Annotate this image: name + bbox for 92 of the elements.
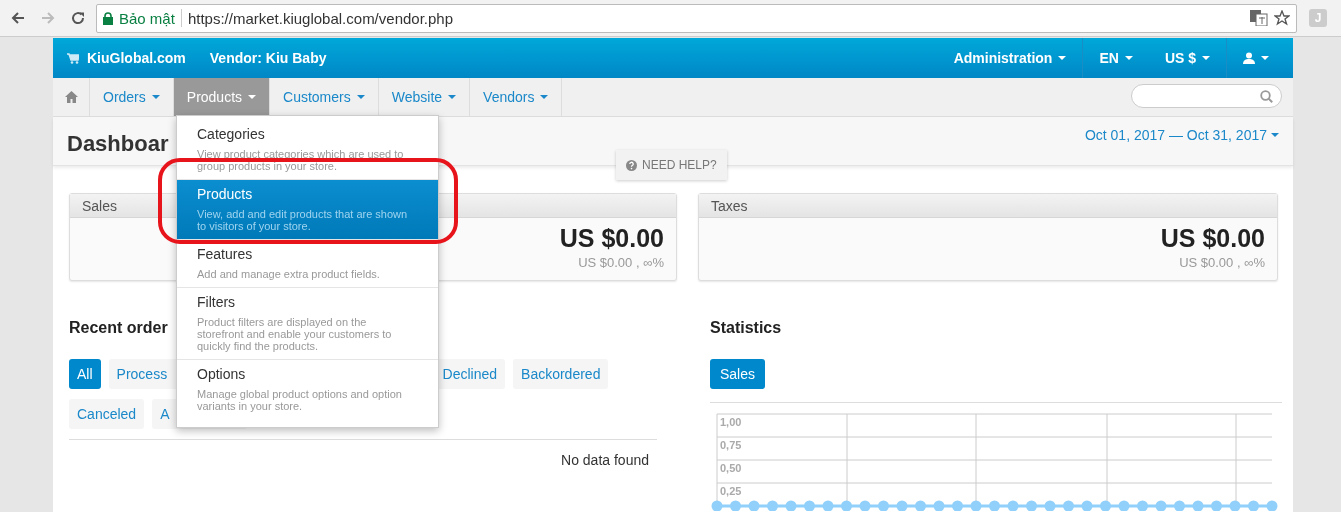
data-point xyxy=(841,500,852,511)
date-range-picker[interactable]: Oct 01, 2017 — Oct 31, 2017 xyxy=(1084,127,1279,143)
data-point xyxy=(804,500,815,511)
caret-icon xyxy=(1202,56,1210,60)
brand-link[interactable]: KiuGlobal.com xyxy=(87,50,186,66)
status-tab[interactable]: All xyxy=(69,359,101,389)
empty-message: No data found xyxy=(561,452,649,468)
data-point xyxy=(1229,500,1241,511)
vendor-label: Vendor: Kiu Baby xyxy=(209,50,327,66)
data-point xyxy=(1063,500,1074,511)
status-tab[interactable]: Backordered xyxy=(513,359,609,389)
help-tab[interactable]: NEED HELP? xyxy=(616,150,727,180)
data-point xyxy=(1044,500,1056,511)
chart-tab[interactable]: Sales xyxy=(710,359,766,389)
section-title: Recent order xyxy=(69,319,168,337)
search-field[interactable] xyxy=(1131,84,1282,108)
caret-icon xyxy=(1124,56,1133,60)
card-title: Taxes xyxy=(711,197,748,214)
data-point xyxy=(859,500,871,511)
url-text: https://market.kiuglobal.com/vendor.php xyxy=(187,9,455,27)
question-icon xyxy=(626,159,637,171)
menu-item-title: Categories xyxy=(197,126,266,142)
data-point xyxy=(915,500,926,511)
menu-item-title: Filters xyxy=(197,294,237,310)
data-point xyxy=(1211,500,1222,511)
caret-icon xyxy=(151,95,160,99)
search-icon xyxy=(1260,89,1273,103)
translate-icon[interactable] xyxy=(1250,10,1268,26)
menu-item-description: View product categories which are used to group products in your store. xyxy=(197,148,405,172)
data-point xyxy=(896,500,908,511)
lock-icon xyxy=(103,11,113,25)
caret-icon xyxy=(248,95,257,99)
menu-item[interactable]: Products View, add and edit products that are shown to visitors of your store. xyxy=(177,180,438,240)
data-point xyxy=(711,500,723,511)
caret-icon xyxy=(540,95,549,99)
status-tab[interactable]: Canceled xyxy=(69,399,145,429)
data-point xyxy=(970,500,982,511)
star-icon[interactable] xyxy=(1274,10,1290,26)
y-tick-label: 0,75 xyxy=(720,439,742,451)
caret-icon xyxy=(448,95,457,99)
caret-icon xyxy=(1271,133,1279,137)
address-bar[interactable]: Bảo mật https://market.kiuglobal.com/vendor.php xyxy=(96,3,1297,33)
section-title: Statistics xyxy=(710,319,782,337)
nav-tab[interactable]: Vendors xyxy=(470,78,563,116)
menu-item-description: View, add and edit products that are shown to visitors of your store. xyxy=(197,208,409,232)
nav-tab[interactable]: Products xyxy=(173,78,271,116)
data-point xyxy=(1081,500,1093,511)
data-point xyxy=(1118,500,1130,511)
menu-item-title: Products xyxy=(197,186,254,202)
data-point xyxy=(1266,500,1278,511)
y-tick-label: 1,00 xyxy=(720,416,742,428)
cart-icon xyxy=(67,52,79,64)
top-menu-item[interactable]: Administration xyxy=(937,38,1083,78)
data-point xyxy=(1007,500,1019,511)
menu-item-title: Features xyxy=(197,246,254,262)
menu-item-description: Product filters are displayed on the storefront and enable your customers to quickly find the products. xyxy=(197,316,393,352)
caret-icon xyxy=(356,95,365,99)
menu-item-description: Add and manage extra product fields. xyxy=(197,268,381,280)
data-point xyxy=(1155,500,1167,511)
data-point xyxy=(822,500,834,511)
menu-item[interactable]: Filters Product filters are displayed on the storefront and enable your customers to quickly find the products. xyxy=(177,288,438,360)
data-point xyxy=(1248,500,1259,511)
security-label: Bảo mật xyxy=(119,9,175,27)
data-point xyxy=(1192,500,1204,511)
caret-icon xyxy=(1058,56,1067,60)
data-point xyxy=(1174,500,1185,511)
comparison-text: US $0.00 , ∞% xyxy=(578,255,664,270)
caret-icon xyxy=(1261,56,1269,60)
nav-tab[interactable]: Orders xyxy=(90,78,174,116)
data-point xyxy=(989,500,1000,511)
amount-text: US $0.00 xyxy=(559,224,664,253)
page-title: Dashboar xyxy=(67,131,169,157)
top-menu-item[interactable]: US $ xyxy=(1148,38,1226,78)
data-point xyxy=(767,500,778,511)
amount-text: US $0.00 xyxy=(1160,224,1265,253)
data-point xyxy=(730,500,741,511)
user-icon xyxy=(1243,52,1255,64)
data-point xyxy=(1100,500,1111,511)
home-icon[interactable] xyxy=(64,91,78,103)
data-point xyxy=(1137,500,1148,511)
data-point xyxy=(785,500,797,511)
data-point xyxy=(952,500,963,511)
menu-item-description: Manage global product options and option variants in your store. xyxy=(197,388,403,412)
card-title: Sales xyxy=(82,197,118,214)
comparison-text: US $0.00 , ∞% xyxy=(1179,255,1265,270)
y-tick-label: 0,25 xyxy=(720,485,742,497)
data-point xyxy=(1026,500,1037,511)
data-point xyxy=(748,500,760,511)
data-point xyxy=(933,500,945,511)
y-tick-label: 0,50 xyxy=(720,462,742,474)
data-point xyxy=(878,500,889,511)
menu-item[interactable]: Features Add and manage extra product fields. xyxy=(177,240,438,288)
